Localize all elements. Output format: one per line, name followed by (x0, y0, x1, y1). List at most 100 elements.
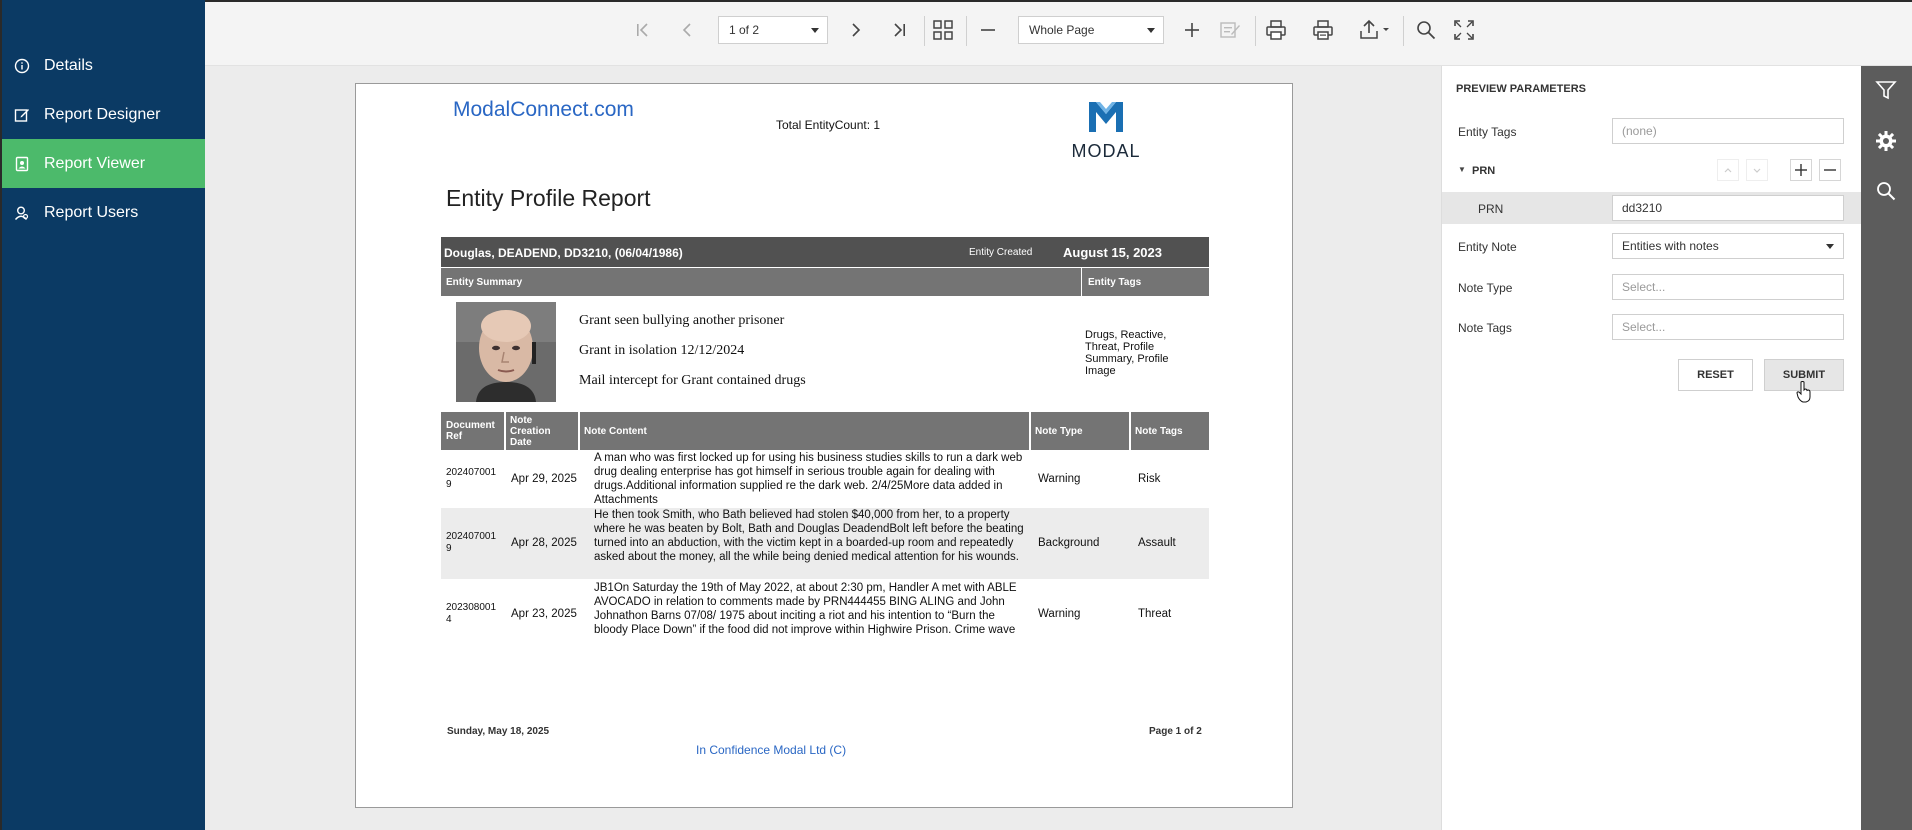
prn-value: dd3210 (1622, 201, 1663, 215)
report-page: ModalConnect.com Total EntityCount: 1 MO… (355, 83, 1293, 808)
summary-line: Grant seen bullying another prisoner (579, 313, 785, 328)
modal-logo: MODAL (1066, 100, 1146, 161)
print-icon[interactable] (1262, 16, 1290, 44)
note-type: Background (1038, 537, 1100, 549)
note-type: Warning (1038, 608, 1081, 620)
note-content: He then took Smith, who Bath believed ha… (594, 509, 1024, 563)
entity-name: Douglas, DEADEND, DD3210, (06/04/1986) (444, 246, 683, 260)
sidebar-item-report-designer[interactable]: Report Designer (2, 90, 205, 139)
toolbar-divider (966, 16, 967, 46)
zoom-select[interactable]: Whole Page (1018, 16, 1164, 44)
move-down-button[interactable] (1746, 159, 1768, 181)
note-tags-placeholder: Select... (1622, 320, 1666, 334)
zoom-select-value: Whole Page (1029, 23, 1095, 37)
move-up-button[interactable] (1717, 159, 1739, 181)
collapse-triangle-icon[interactable]: ▼ (1458, 165, 1466, 174)
brand-link[interactable]: ModalConnect.com (453, 98, 634, 122)
tags-header: Entity Tags (1088, 277, 1142, 288)
previous-page-icon[interactable] (674, 16, 702, 44)
zoom-out-icon[interactable] (974, 16, 1002, 44)
note-doc-ref: 2023080014 (446, 602, 497, 625)
note-tags: Assault (1138, 537, 1176, 549)
note-type: Warning (1038, 473, 1081, 485)
hand-cursor-icon (1796, 381, 1812, 408)
search-icon[interactable] (1873, 178, 1899, 204)
notes-table-header: Document Ref Note Creation Date Note Con… (441, 412, 1209, 450)
entity-tags-value: Drugs, Reactive, Threat, Profile Summary… (1085, 329, 1169, 377)
entity-note-label: Entity Note (1458, 240, 1517, 254)
user-icon (14, 205, 30, 221)
note-type-select[interactable]: Select... (1612, 274, 1844, 300)
multipage-icon[interactable] (929, 16, 957, 44)
note-content: JB1On Saturday the 19th of May 2022, at … (594, 582, 1017, 636)
chevron-down-icon (1147, 28, 1155, 33)
note-type-placeholder: Select... (1622, 280, 1666, 294)
col-divider (504, 412, 506, 450)
toolbar-divider (924, 16, 925, 46)
print-page-icon[interactable] (1309, 16, 1337, 44)
entity-created-value: August 15, 2023 (1063, 245, 1162, 260)
search-icon[interactable] (1412, 16, 1440, 44)
edit-icon (14, 107, 30, 123)
col-doc-ref: Document Ref (446, 420, 495, 442)
next-page-icon[interactable] (841, 16, 869, 44)
summary-line: Mail intercept for Grant contained drugs (579, 373, 806, 388)
sidebar-item-label: Details (44, 56, 93, 74)
toolbar-divider (1255, 16, 1256, 46)
chevron-down-icon (1826, 244, 1834, 249)
chevron-down-icon (811, 28, 819, 33)
note-content: A man who was first locked up for using … (594, 452, 1023, 506)
note-tags: Threat (1138, 608, 1172, 620)
gear-icon[interactable] (1873, 128, 1899, 154)
export-icon[interactable] (1356, 16, 1394, 44)
report-preview-area[interactable]: ModalConnect.com Total EntityCount: 1 MO… (205, 66, 1441, 830)
table-row: 2024070019 Apr 28, 2025 He then took Smi… (441, 508, 1209, 579)
report-title: Entity Profile Report (446, 185, 651, 211)
note-tags: Risk (1138, 473, 1161, 485)
total-entity-count: Total EntityCount: 1 (776, 118, 881, 132)
sidebar-item-label: Report Viewer (44, 154, 146, 172)
sidebar-item-report-viewer[interactable]: Report Viewer (2, 139, 205, 188)
note-date: Apr 23, 2025 (511, 608, 577, 620)
table-row: 2023080014 Apr 23, 2025 JB1On Saturday t… (441, 579, 1209, 649)
col-note-tags: Note Tags (1135, 425, 1183, 437)
summary-header: Entity Summary (446, 277, 523, 288)
remove-value-button[interactable] (1819, 159, 1841, 181)
prn-value-row: PRN dd3210 (1442, 192, 1862, 224)
entity-header-bar: Douglas, DEADEND, DD3210, (06/04/1986) E… (441, 237, 1209, 267)
last-page-icon[interactable] (885, 16, 913, 44)
note-doc-ref: 2024070019 (446, 467, 497, 490)
report-icon (14, 156, 30, 172)
prn-group-label: PRN (1472, 165, 1496, 177)
zoom-in-icon[interactable] (1178, 16, 1206, 44)
logo-wordmark: MODAL (1071, 141, 1141, 161)
toolbar-divider (1403, 16, 1404, 46)
entity-tags-label: Entity Tags (1458, 125, 1517, 139)
header-divider (1081, 268, 1082, 296)
summary-header-bar: Entity Summary Entity Tags (441, 268, 1209, 296)
highlight-fields-icon[interactable] (1216, 16, 1244, 44)
sidebar-nav: Details Report Designer Report Viewer Re… (2, 41, 205, 237)
viewer-toolbar: 1 of 2 Whole Page (205, 0, 1912, 66)
plus-icon (1795, 164, 1807, 176)
fullscreen-icon[interactable] (1450, 16, 1478, 44)
note-date: Apr 28, 2025 (511, 537, 577, 549)
note-tags-select[interactable]: Select... (1612, 314, 1844, 340)
col-note-date: Note Creation Date (510, 414, 551, 448)
note-doc-ref: 2024070019 (446, 531, 497, 554)
note-type-label: Note Type (1458, 281, 1513, 295)
sidebar-item-report-users[interactable]: Report Users (2, 188, 205, 237)
sidebar: Details Report Designer Report Viewer Re… (0, 0, 205, 830)
add-value-button[interactable] (1790, 159, 1812, 181)
entity-note-select[interactable]: Entities with notes (1612, 233, 1844, 259)
reset-button[interactable]: RESET (1678, 359, 1753, 391)
info-icon (14, 58, 30, 74)
filter-icon[interactable] (1873, 77, 1899, 103)
page-select[interactable]: 1 of 2 (718, 16, 828, 44)
prn-input[interactable]: dd3210 (1612, 195, 1844, 221)
sidebar-item-label: Report Designer (44, 105, 161, 123)
first-page-icon[interactable] (629, 16, 657, 44)
entity-tags-input[interactable]: (none) (1612, 118, 1844, 144)
minus-icon (1824, 169, 1836, 171)
sidebar-item-details[interactable]: Details (2, 41, 205, 90)
